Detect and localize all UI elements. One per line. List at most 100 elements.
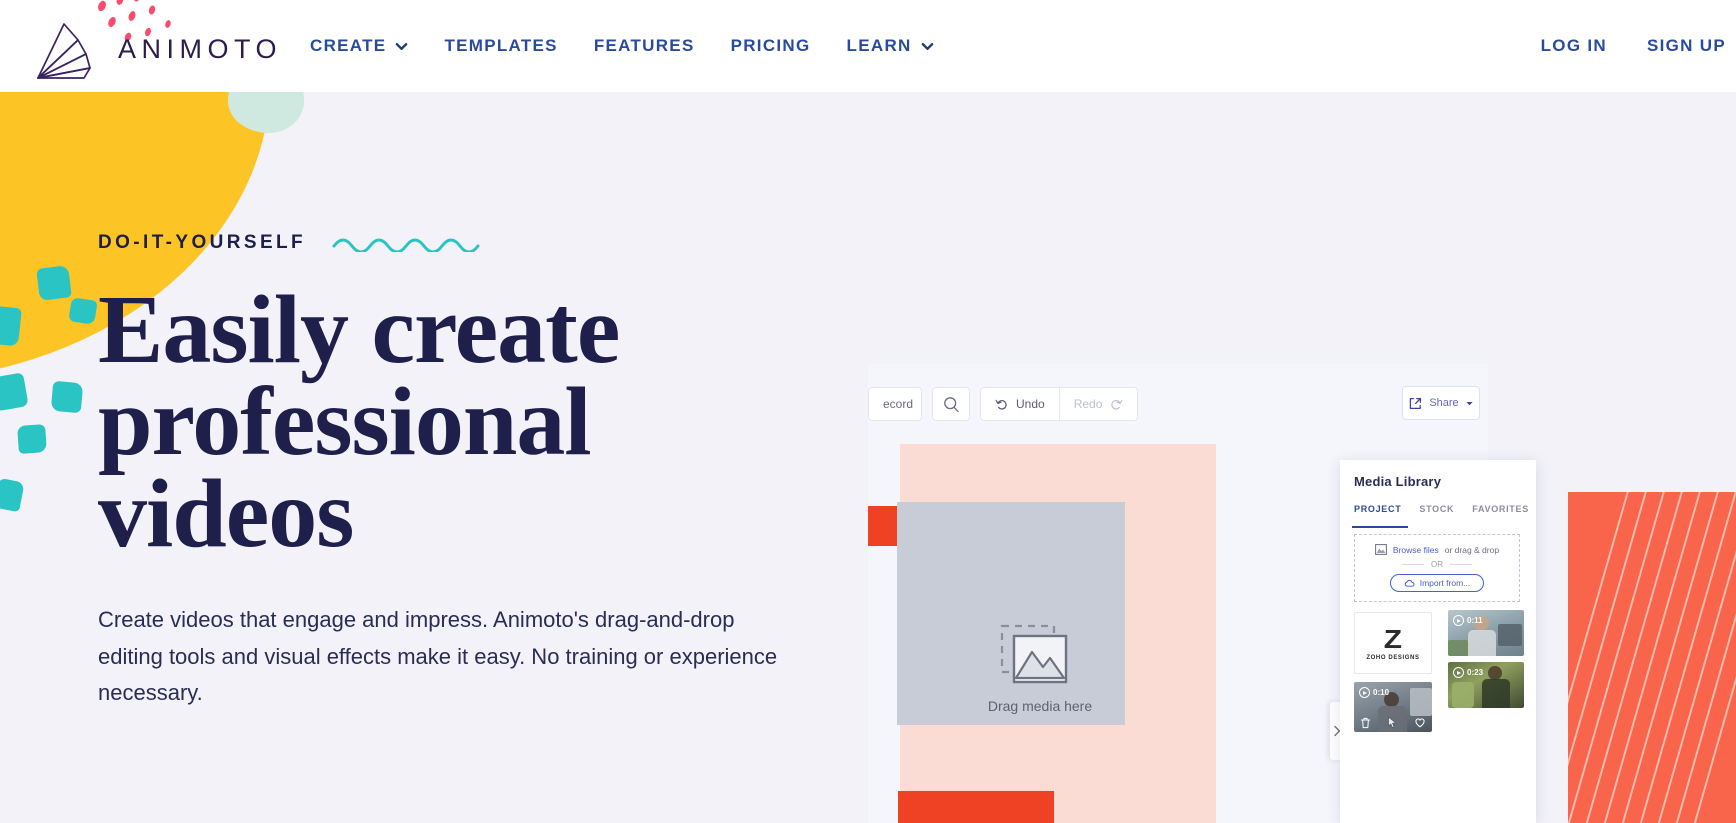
- drag-drop-text: or drag & drop: [1444, 544, 1500, 555]
- hero-eyebrow-row: DO-IT-YOURSELF: [98, 232, 818, 254]
- or-divider: OR: [1402, 560, 1472, 569]
- page-title: Easily create professional videos: [98, 276, 818, 569]
- duration-badge: 0:10: [1359, 687, 1389, 698]
- share-button[interactable]: Share: [1402, 386, 1480, 420]
- nav-label: LEARN: [846, 36, 912, 55]
- divider-line: [1402, 564, 1424, 565]
- chevron-down-icon: [396, 42, 408, 50]
- chevron-down-icon: [921, 42, 933, 50]
- thumb-figure: [1410, 688, 1432, 716]
- teal-square-decoration: [0, 372, 29, 412]
- duration-badge: 0:23: [1453, 667, 1483, 678]
- redo-button[interactable]: Redo: [1058, 388, 1138, 420]
- hero-eyebrow: DO-IT-YOURSELF: [98, 232, 307, 253]
- nav-item-create[interactable]: CREATE: [310, 36, 408, 56]
- cursor-icon: [1388, 716, 1397, 728]
- teal-square-decoration: [68, 297, 98, 325]
- chevron-down-icon: [1466, 401, 1473, 405]
- main-nav: CREATE TEMPLATES FEATURES PRICING LEARN: [310, 0, 934, 92]
- zoho-caption: ZOHO DESIGNS: [1366, 654, 1420, 661]
- record-button[interactable]: ecord: [868, 387, 922, 421]
- decorative-stripe-panel: [1568, 492, 1736, 823]
- thumb-figure: [1468, 630, 1496, 656]
- teal-square-decoration: [0, 477, 25, 513]
- play-icon: [1453, 615, 1464, 626]
- hero-title-line: professional: [98, 368, 592, 477]
- redo-icon: [1111, 399, 1123, 410]
- media-dropzone-area[interactable]: Browse files or drag & drop OR Import fr…: [1354, 534, 1520, 602]
- duration-badge: 0:11: [1453, 615, 1483, 626]
- teal-square-decoration: [50, 380, 84, 414]
- squiggle-icon: [332, 238, 480, 252]
- image-file-icon: [1375, 544, 1387, 555]
- undo-label: Undo: [1016, 397, 1045, 411]
- divider-line: [1450, 564, 1472, 565]
- login-link[interactable]: LOG IN: [1541, 36, 1607, 56]
- duration-label: 0:10: [1373, 688, 1390, 697]
- redo-label: Redo: [1073, 397, 1103, 411]
- nav-item-templates[interactable]: TEMPLATES: [444, 36, 557, 56]
- thumb-figure: [1488, 666, 1502, 680]
- thumb-figure: [1452, 682, 1474, 708]
- teal-square-decoration: [36, 265, 72, 301]
- duration-label: 0:11: [1467, 616, 1483, 625]
- hero-subtitle: Create videos that engage and impress. A…: [98, 607, 778, 705]
- nav-item-learn[interactable]: LEARN: [847, 36, 934, 56]
- undo-button[interactable]: Undo: [981, 388, 1059, 420]
- import-label: Import from...: [1419, 578, 1471, 588]
- image-placeholder-icon: [1000, 624, 1068, 684]
- share-external-icon: [1410, 397, 1422, 409]
- brand-logo[interactable]: ANIMOTO: [34, 0, 284, 86]
- thumbnail-item[interactable]: 0:23: [1448, 662, 1524, 708]
- nav-item-pricing[interactable]: PRICING: [731, 36, 811, 56]
- media-library-panel: Media Library PROJECT STOCK FAVORITES Br…: [1340, 460, 1536, 823]
- nav-label: TEMPLATES: [444, 36, 558, 55]
- signup-link[interactable]: SIGN UP: [1647, 36, 1726, 56]
- thumb-figure: [1448, 640, 1468, 656]
- share-label: Share: [1429, 397, 1459, 409]
- zoho-mark: Z: [1383, 623, 1403, 654]
- media-library-tabs: PROJECT STOCK FAVORITES: [1351, 504, 1528, 528]
- drag-media-label: Drag media here: [987, 698, 1093, 714]
- browse-files-link[interactable]: Browse files: [1393, 545, 1439, 555]
- editor-toolbar: ecord Undo Redo: [868, 386, 1139, 422]
- search-button[interactable]: [932, 387, 970, 421]
- or-label: OR: [1431, 560, 1443, 569]
- play-icon: [1453, 667, 1464, 678]
- teal-square-decoration: [17, 424, 47, 454]
- trash-icon[interactable]: [1360, 717, 1371, 729]
- browse-files-row: Browse files or drag & drop: [1375, 544, 1499, 555]
- media-library-title: Media Library: [1354, 474, 1442, 489]
- undo-icon: [995, 399, 1007, 410]
- brand-name: ANIMOTO: [118, 34, 283, 64]
- stage-red-bottom-block: [898, 791, 1054, 823]
- nav-item-features[interactable]: FEATURES: [594, 36, 695, 56]
- tab-stock[interactable]: STOCK: [1419, 504, 1454, 528]
- play-icon: [1359, 687, 1370, 698]
- thumb-figure: [1498, 624, 1522, 646]
- nav-label: FEATURES: [593, 36, 695, 55]
- nav-label: CREATE: [310, 36, 387, 55]
- thumbnail-item[interactable]: 0:10: [1354, 682, 1432, 732]
- hero-title-line: Easily create: [98, 276, 620, 384]
- thumbnail-item[interactable]: 0:11: [1448, 610, 1524, 656]
- site-header: ANIMOTO CREATE TEMPLATES FEATURES PRICIN…: [0, 0, 1736, 92]
- magnifier-icon: [943, 396, 959, 412]
- undo-redo-group: Undo Redo: [980, 387, 1139, 421]
- tab-project[interactable]: PROJECT: [1351, 504, 1409, 528]
- hero-copy: DO-IT-YOURSELF Easily create professiona…: [98, 232, 818, 711]
- editor-mockup: ecord Undo Redo Share Drag media here Me…: [868, 364, 1736, 823]
- import-from-button[interactable]: Import from...: [1389, 574, 1485, 592]
- cloud-icon: [1404, 579, 1415, 587]
- thumbnail-item[interactable]: Z ZOHO DESIGNS: [1354, 612, 1432, 674]
- thumb-figure: [1482, 679, 1510, 708]
- media-dropzone[interactable]: Drag media here: [897, 502, 1125, 725]
- account-nav: LOG IN SIGN UP: [1541, 0, 1726, 92]
- heart-icon[interactable]: [1414, 717, 1426, 728]
- thumbnail-actions: [1354, 716, 1432, 729]
- animoto-fan-icon: [37, 23, 91, 79]
- hero-section: DO-IT-YOURSELF Easily create professiona…: [0, 92, 1736, 823]
- nav-label: PRICING: [730, 36, 811, 55]
- tab-favorites[interactable]: FAVORITES: [1472, 504, 1529, 528]
- hero-title-line: videos: [98, 460, 354, 569]
